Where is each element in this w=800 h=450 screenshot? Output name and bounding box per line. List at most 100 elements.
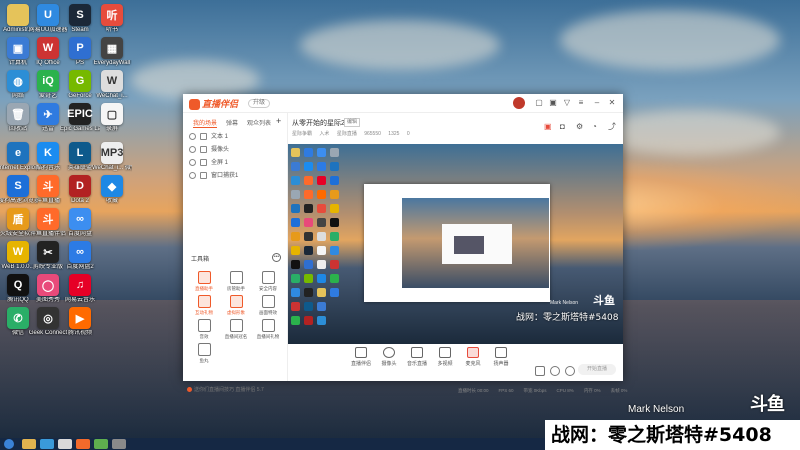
more-icon[interactable]: •••: [272, 253, 281, 262]
tool-label: 房管助手: [227, 286, 245, 291]
settings-icon[interactable]: ⚙: [576, 123, 584, 131]
app-icon: W: [37, 37, 59, 59]
tool-icon: [197, 319, 211, 332]
preview-mini-icon: [317, 162, 326, 171]
tool-microphone[interactable]: 麦克风: [460, 347, 486, 367]
toolbox-item[interactable]: 直播助手: [189, 271, 219, 292]
gift-icon[interactable]: ▣: [544, 123, 552, 131]
toolbox-item[interactable]: 虚拟形象: [221, 295, 251, 316]
lock-icon[interactable]: [200, 132, 207, 140]
settings-icon[interactable]: [565, 366, 575, 376]
preview-mini-icon: [317, 218, 326, 227]
desktop-icon[interactable]: ♫ 网易云音乐: [60, 274, 100, 304]
desktop-icon[interactable]: ▢ 录屏: [92, 103, 132, 133]
tool-label: 摄像头: [381, 361, 397, 367]
toolbox-item[interactable]: 直播间冠名: [221, 319, 251, 340]
taskbar-app-icon[interactable]: [112, 439, 126, 449]
lock-icon[interactable]: [200, 171, 207, 179]
desktop-icon[interactable]: 听听书: [92, 4, 132, 34]
preview-mini-icon: [317, 288, 326, 297]
tool-video[interactable]: 多视频: [432, 347, 458, 367]
scene-item[interactable]: 全屏 1: [189, 158, 228, 168]
close-icon[interactable]: ✕: [608, 99, 616, 107]
desktop-icon[interactable]: ◆ 收藏: [92, 175, 132, 205]
toolbox-item[interactable]: 安全内容: [253, 271, 283, 292]
app-icon: ✆: [7, 307, 29, 329]
app-logo: 直播伴侣: [189, 97, 238, 111]
lock-icon[interactable]: ◘: [560, 123, 568, 131]
eye-icon[interactable]: [189, 158, 196, 166]
toolbox-title: 工具箱: [191, 257, 210, 263]
avatar[interactable]: [513, 97, 525, 109]
tab-scenes[interactable]: 我的场景: [193, 121, 218, 128]
tab-audience[interactable]: 观众列表: [247, 121, 271, 127]
left-panel: 我的场景 弹幕 观众列表 + 文本 1 摄像头 全屏 1 窗口捕获1 工具箱 •••…: [183, 113, 288, 393]
preview-mini-icon: [330, 274, 339, 283]
toolbox-item[interactable]: 直播间礼物: [253, 319, 283, 340]
message-icon[interactable]: ▢: [535, 99, 543, 107]
tool-companion[interactable]: 直播伴侣: [348, 347, 374, 367]
toolbox-item[interactable]: 房管助手: [221, 271, 251, 292]
camera-icon: [383, 347, 395, 358]
scene-item[interactable]: 摄像头: [189, 145, 229, 155]
taskbar-app-icon[interactable]: [94, 439, 108, 449]
desktop-icon[interactable]: ∞ 百度网盘: [60, 208, 100, 238]
room-category[interactable]: 星际争霸: [292, 131, 312, 137]
eye-icon[interactable]: [189, 132, 196, 140]
app-icon: 斗: [37, 208, 59, 230]
record-icon[interactable]: [535, 366, 545, 376]
taskbar-douyu-icon[interactable]: [76, 439, 90, 449]
preview-mini-icon: [317, 176, 326, 185]
tool-camera[interactable]: 摄像头: [376, 347, 402, 367]
notice-bar[interactable]: 送你们直播间技巧 直播伴侣 5.7: [187, 386, 264, 393]
bell-icon[interactable]: ◔: [592, 123, 600, 131]
desktop-icon[interactable]: ▶ 腾讯视频: [60, 307, 100, 337]
tool-label: 音乐直播: [406, 361, 427, 367]
room-subcategory: 星际直播: [336, 131, 357, 137]
share-icon[interactable]: ⤴: [608, 123, 616, 131]
desktop-icon[interactable]: ▦ EverydayWall: [92, 37, 132, 67]
add-scene-button[interactable]: +: [276, 116, 281, 126]
preview-mini-icon: [317, 232, 326, 241]
taskbar-explorer-icon[interactable]: [22, 439, 36, 449]
lock-icon[interactable]: [200, 145, 207, 153]
lock-icon[interactable]: [200, 158, 207, 166]
scene-item[interactable]: 窗口捕获1: [189, 171, 238, 181]
tool-icon: [261, 271, 275, 284]
preview-mini-icon: [291, 246, 300, 255]
preview-mini-icon: [304, 246, 313, 255]
start-live-button[interactable]: 开始直播: [578, 364, 616, 375]
screenshot-icon[interactable]: ▣: [549, 99, 557, 107]
taskbar-browser-icon[interactable]: [40, 439, 54, 449]
eye-icon[interactable]: [189, 171, 196, 179]
eye-icon[interactable]: [189, 145, 196, 153]
tab-danmaku[interactable]: 弹幕: [226, 121, 238, 127]
app-icon: ▣: [7, 37, 29, 59]
preview-mini-icon: [317, 260, 326, 269]
toolbox-item[interactable]: 音效: [189, 319, 219, 340]
tool-music[interactable]: 音乐直播: [404, 347, 430, 367]
menu-icon[interactable]: ≡: [577, 99, 585, 107]
toolbox-item[interactable]: 鱼丸: [189, 343, 219, 364]
taskbar-app-icon[interactable]: [58, 439, 72, 449]
eye-icon[interactable]: [550, 366, 560, 376]
app-icon: L: [69, 142, 91, 164]
toolbox-item[interactable]: 互动礼物: [189, 295, 219, 316]
scene-item[interactable]: 文本 1: [189, 132, 228, 142]
stream-preview[interactable]: Mark Nelson 斗鱼 战网：零之斯塔特#5408: [288, 144, 623, 344]
preview-mini-icon: [304, 162, 313, 171]
gift-icon[interactable]: ▽: [563, 99, 571, 107]
preview-mini-icon: [304, 274, 313, 283]
scene-label: 全屏 1: [211, 160, 229, 166]
desktop-icon[interactable]: ∞ 百度网盘2: [60, 241, 100, 271]
minimize-icon[interactable]: –: [593, 99, 601, 107]
room-edit-button[interactable]: 编辑: [344, 118, 361, 127]
start-menu-button[interactable]: [4, 439, 14, 449]
upgrade-button[interactable]: 升级: [248, 99, 271, 108]
tool-icon: [229, 295, 243, 308]
tool-speaker[interactable]: 扬声器: [488, 347, 514, 367]
desktop-icon[interactable]: MP3WeChat_i... 微信DIY: [92, 142, 132, 172]
toolbox-item[interactable]: 画面特效: [253, 295, 283, 316]
notice-icon: [187, 387, 192, 393]
desktop-icon[interactable]: W WeChat_i...: [92, 70, 132, 100]
